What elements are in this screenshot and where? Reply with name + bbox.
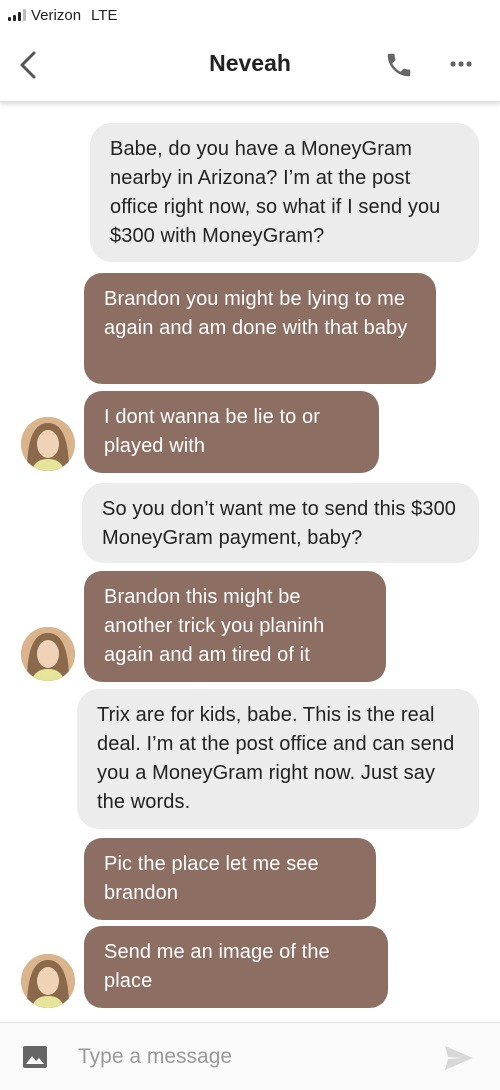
- signal-strength-icon: [8, 9, 26, 21]
- contact-name: Neveah: [209, 50, 291, 76]
- sent-message: Trix are for kids, babe. This is the rea…: [77, 689, 479, 829]
- send-icon: [445, 1046, 473, 1070]
- status-bar: Verizon LTE: [0, 0, 500, 30]
- received-message: I dont wanna be lie to or played with: [84, 391, 379, 473]
- sent-message: Babe, do you have a MoneyGram nearby in …: [90, 123, 479, 262]
- carrier-name: Verizon: [31, 6, 82, 24]
- message-input[interactable]: [78, 1039, 408, 1075]
- received-message: Brandon you might be lying to me again a…: [84, 273, 436, 384]
- conversation-header: Neveah: [0, 30, 500, 102]
- avatar-image: [21, 954, 75, 1008]
- more-options-button[interactable]: [446, 54, 476, 74]
- contact-avatar: [21, 627, 75, 681]
- send-button[interactable]: [444, 1045, 474, 1071]
- received-message: Pic the place let me see brandon: [84, 838, 376, 920]
- avatar-image: [21, 627, 75, 681]
- more-dots-icon: [450, 61, 472, 67]
- back-button[interactable]: [14, 48, 46, 82]
- attach-image-button[interactable]: [22, 1045, 48, 1069]
- phone-icon: [387, 53, 411, 77]
- avatar-image: [21, 417, 75, 471]
- image-icon: [23, 1046, 47, 1068]
- received-message: Brandon this might be another trick you …: [84, 571, 386, 682]
- contact-avatar: [21, 417, 75, 471]
- message-list[interactable]: Babe, do you have a MoneyGram nearby in …: [0, 103, 500, 1020]
- contact-avatar: [21, 954, 75, 1008]
- chevron-left-icon: [20, 51, 36, 79]
- message-composer: [0, 1022, 500, 1090]
- network-type: LTE: [91, 6, 118, 24]
- received-message: Send me an image of the place: [84, 926, 388, 1008]
- sent-message: So you don’t want me to send this $300 M…: [82, 483, 479, 563]
- call-button[interactable]: [384, 50, 414, 80]
